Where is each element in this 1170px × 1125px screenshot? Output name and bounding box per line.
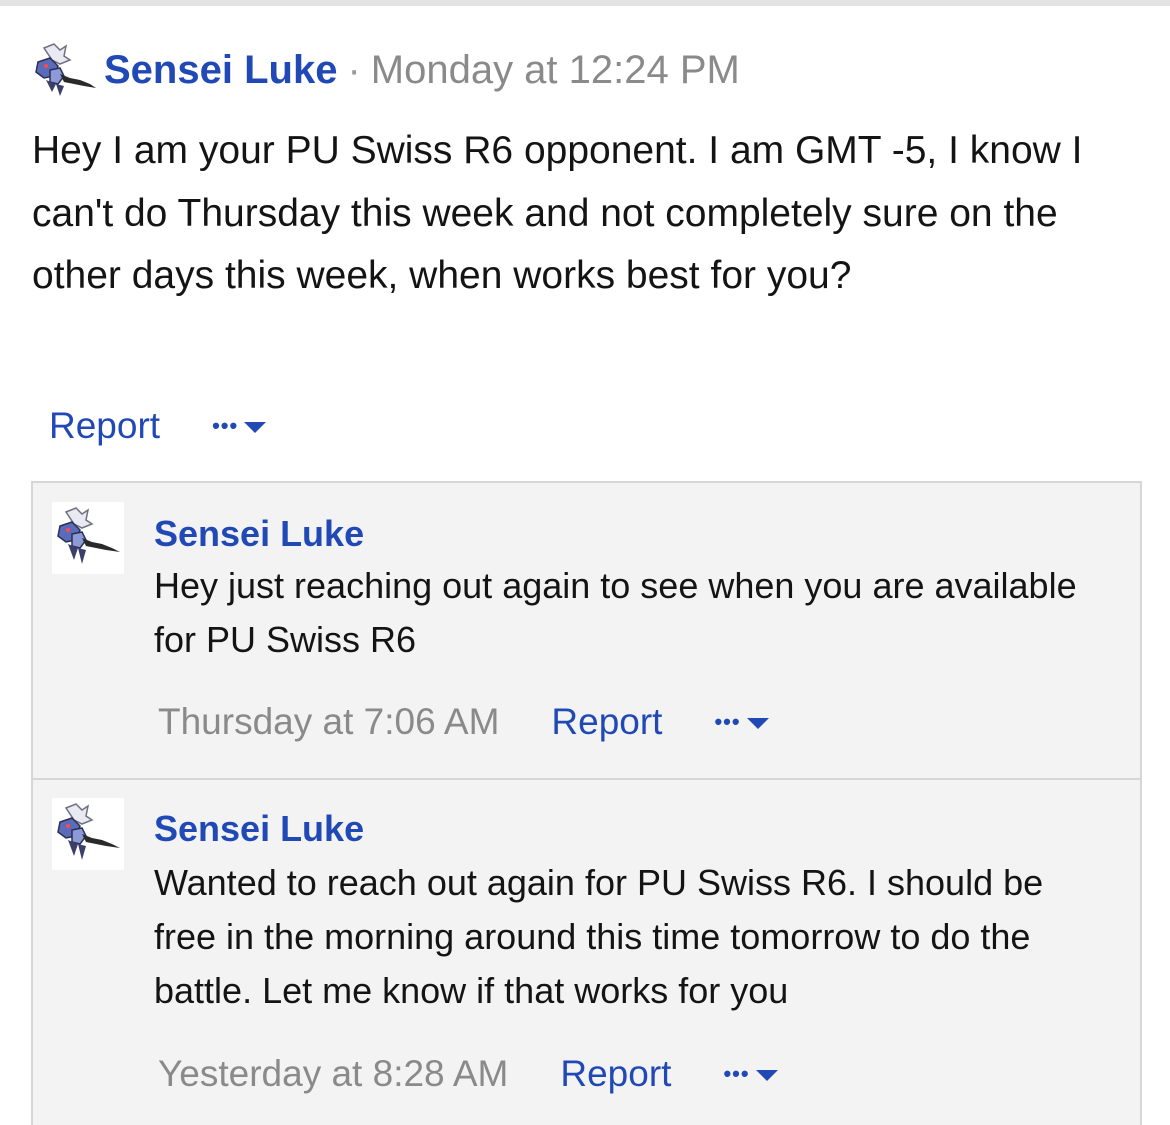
post-timestamp[interactable]: Monday at 12:24 PM xyxy=(371,48,740,93)
author-name[interactable]: Sensei Luke xyxy=(104,48,337,93)
caret-down-icon xyxy=(755,1070,778,1081)
more-menu-button[interactable]: ••• xyxy=(714,709,769,735)
comment-text: Wanted to reach out again for PU Swiss R… xyxy=(154,862,1044,1011)
report-link[interactable]: Report xyxy=(551,701,662,743)
top-divider xyxy=(0,0,1170,6)
caret-down-icon xyxy=(244,422,267,433)
avatar[interactable] xyxy=(52,798,124,870)
comment-author[interactable]: Sensei Luke xyxy=(154,513,364,555)
comment-timestamp[interactable]: Thursday at 7:06 AM xyxy=(158,701,499,743)
ellipsis-icon: ••• xyxy=(212,413,239,438)
avatar[interactable] xyxy=(52,502,124,574)
post-header: Sensei Luke · Monday at 12:24 PM xyxy=(30,40,740,100)
profile-post-page: Sensei Luke · Monday at 12:24 PM Hey I a… xyxy=(0,0,1170,1125)
comment-divider xyxy=(33,778,1140,780)
comment-actions: Yesterday at 8:28 AM Report ••• xyxy=(158,1053,778,1095)
ellipsis-icon: ••• xyxy=(714,709,741,734)
caret-down-icon xyxy=(746,718,769,729)
comment-actions: Thursday at 7:06 AM Report ••• xyxy=(158,701,769,743)
report-link[interactable]: Report xyxy=(49,405,160,447)
more-menu-button[interactable]: ••• xyxy=(212,413,267,439)
comment-timestamp[interactable]: Yesterday at 8:28 AM xyxy=(158,1053,508,1095)
comment-text: Hey just reaching out again to see when … xyxy=(154,565,1077,660)
meta-separator: · xyxy=(347,47,361,92)
comment-author[interactable]: Sensei Luke xyxy=(154,808,364,850)
more-menu-button[interactable]: ••• xyxy=(723,1061,778,1087)
post-actions: Report ••• xyxy=(49,405,267,447)
report-link[interactable]: Report xyxy=(560,1053,671,1095)
ellipsis-icon: ••• xyxy=(723,1061,750,1086)
avatar[interactable] xyxy=(30,40,98,100)
comment-list: Sensei Luke Hey just reaching out again … xyxy=(31,481,1142,1125)
post-message: Hey I am your PU Swiss R6 opponent. I am… xyxy=(32,129,1083,297)
